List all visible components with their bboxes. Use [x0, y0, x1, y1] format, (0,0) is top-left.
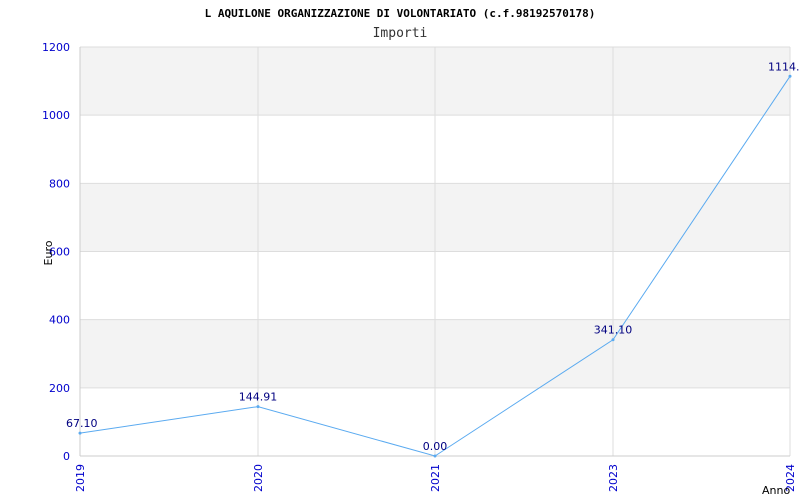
x-tick-label: 2019 [74, 464, 87, 492]
x-tick-label: 2021 [429, 464, 442, 492]
data-label: 144.91 [239, 391, 278, 404]
x-tick-labels: 2019 2020 2021 2023 2024 [74, 464, 797, 492]
data-label: 341.10 [594, 324, 633, 337]
x-axis-label: Anno [762, 484, 790, 497]
data-point [611, 338, 615, 342]
data-point [433, 454, 437, 458]
y-tick-label: 800 [49, 177, 70, 190]
y-tick-label: 400 [49, 314, 70, 327]
x-tick-label: 2023 [607, 464, 620, 492]
y-axis-label: Euro [42, 240, 55, 265]
x-tick-label: 2020 [252, 464, 265, 492]
data-label: 1114.0 [768, 60, 800, 73]
y-tick-label: 1000 [42, 109, 70, 122]
data-point [788, 74, 792, 78]
data-point [256, 405, 260, 409]
line-chart: 020040060080010001200 2019 2020 2021 2023 20… [42, 7, 800, 497]
y-tick-label: 200 [49, 382, 70, 395]
y-tick-label: 0 [63, 450, 70, 463]
data-label: 67.10 [66, 417, 98, 430]
chart-title: L AQUILONE ORGANIZZAZIONE DI VOLONTARIAT… [205, 7, 596, 20]
data-labels: 67.10 144.91 0.00 341.10 1114.0 [66, 60, 800, 453]
data-label: 0.00 [423, 440, 448, 453]
data-point [78, 431, 82, 435]
chart-subtitle: Importi [373, 26, 428, 41]
y-tick-label: 1200 [42, 41, 70, 54]
